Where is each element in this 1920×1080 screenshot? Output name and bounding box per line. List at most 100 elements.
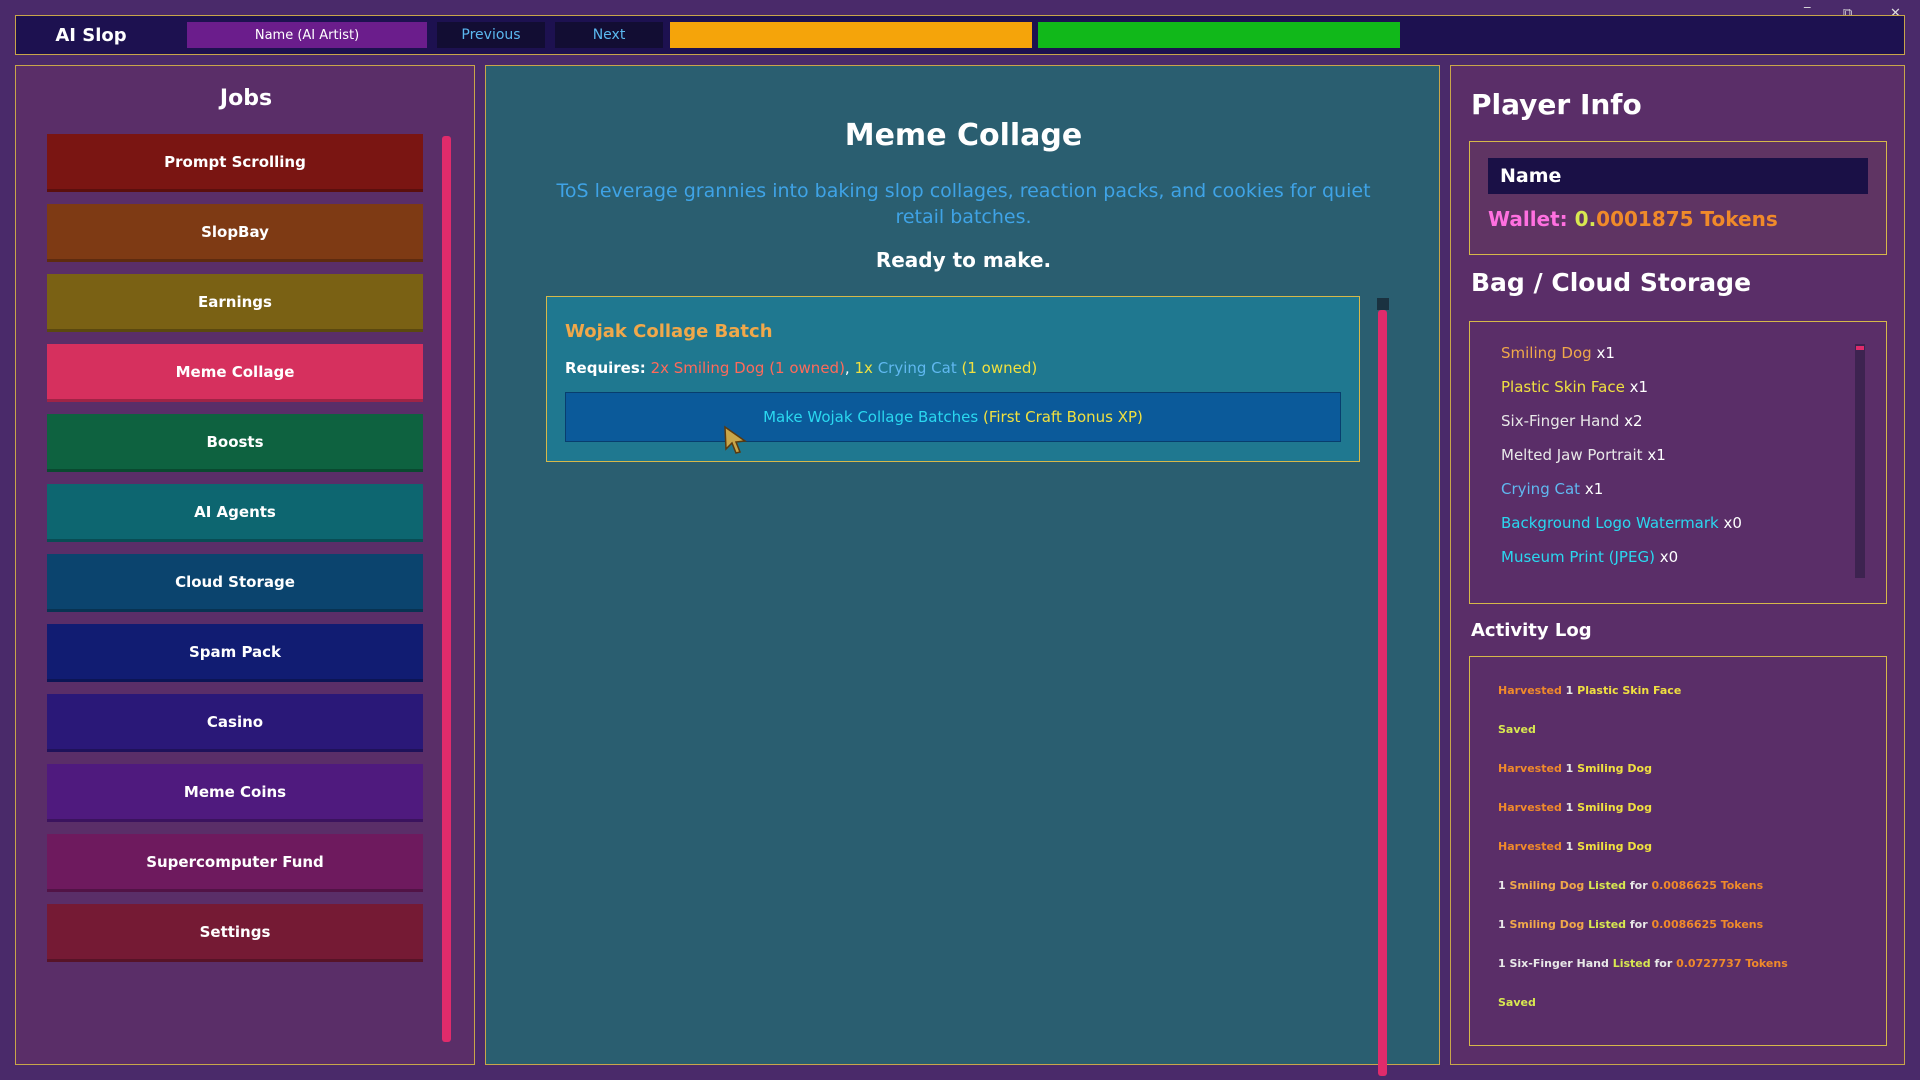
job-button[interactable]: Prompt Scrolling [47,134,423,192]
activity-log-box: Harvested 1 Plastic Skin Face Saved Harves… [1469,656,1887,1046]
previous-button[interactable]: Previous [437,22,545,48]
recipe-title: Wojak Collage Batch [565,321,773,342]
log-entry: Harvested 1 Smiling Dog [1498,840,1652,853]
log-action: Harvested [1498,840,1562,853]
jobs-panel: Jobs Prompt Scrolling SlopBay Earnings Meme… [15,65,475,1065]
log-count: 1 [1498,879,1510,892]
mouse-cursor-icon [724,425,748,454]
requires-label: Requires: [565,359,646,377]
player-info-box: Name Wallet: 0.0001875 Tokens [1469,141,1887,255]
player-name[interactable]: Name [1488,158,1868,194]
log-entry: Harvested 1 Plastic Skin Face [1498,684,1681,697]
bag-scroll-track [1855,344,1865,578]
bag-item-name: Background Logo Watermark [1501,514,1719,532]
log-item: Smiling Dog [1577,801,1652,814]
bag-item-name: Smiling Dog [1501,344,1592,362]
log-count: 1 [1498,957,1510,970]
name-tab[interactable]: Name (AI Artist) [187,22,427,48]
bag-item: Museum Print (JPEG) x0 [1501,548,1678,566]
bag-item: Melted Jaw Portrait x1 [1501,446,1666,464]
bag-item: Plastic Skin Face x1 [1501,378,1648,396]
log-item: Six-Finger Hand [1509,957,1609,970]
bag-scrollbar[interactable] [1856,346,1864,350]
job-button[interactable]: SlopBay [47,204,423,262]
log-item: Smiling Dog [1509,879,1585,892]
log-tokens: 0.0727737 Tokens [1676,957,1788,970]
bag-item: Crying Cat x1 [1501,480,1603,498]
bag-item: Six-Finger Hand x2 [1501,412,1643,430]
bag-item-name: Six-Finger Hand [1501,412,1620,430]
recipe-card: Wojak Collage Batch Requires: 2x Smiling… [546,296,1360,462]
bag-item-name: Melted Jaw Portrait [1501,446,1643,464]
bag-item: Background Logo Watermark x0 [1501,514,1742,532]
log-for: for [1650,957,1677,970]
log-entry: 1 Smiling Dog Listed for 0.0086625 Token… [1498,879,1763,892]
log-count: 1 [1561,840,1578,853]
log-count: 1 [1561,684,1578,697]
requirement-crying-cat-owned: (1 owned) [961,359,1038,377]
app-title: AI Slop [55,24,127,46]
main-scroll-track [1377,298,1389,310]
log-action: Harvested [1498,762,1562,775]
activity-log-title: Activity Log [1471,620,1592,641]
wallet-value-prefix: 0. [1574,207,1597,231]
bag-item-qty: x1 [1629,378,1649,396]
log-count: 1 [1561,801,1578,814]
bag-item-qty: x0 [1723,514,1742,532]
job-button[interactable]: Meme Coins [47,764,423,822]
top-bar: AI Slop Name (AI Artist) Previous Next [15,15,1905,55]
main-scrollbar[interactable] [1378,310,1387,1076]
log-action: Saved [1498,723,1536,736]
log-entry: Saved [1498,723,1536,736]
log-item: Smiling Dog [1577,840,1652,853]
job-button[interactable]: AI Agents [47,484,423,542]
wallet: Wallet: 0.0001875 Tokens [1488,207,1778,231]
make-wojak-collage-button[interactable]: Make Wojak Collage Batches (First Craft … [565,392,1341,442]
log-count: 1 [1498,918,1510,931]
requirement-crying-cat-name: Crying Cat [877,359,957,377]
job-button[interactable]: Earnings [47,274,423,332]
log-entry: Saved [1498,996,1536,1009]
job-button[interactable]: Casino [47,694,423,752]
bag-title: Bag / Cloud Storage [1471,268,1752,297]
bag-item-qty: x1 [1596,344,1615,362]
log-tokens: 0.0086625 Tokens [1651,918,1764,931]
bag-item-name: Crying Cat [1501,480,1581,498]
log-action: Listed [1608,957,1651,970]
player-info-title: Player Info [1471,88,1642,121]
wallet-label: Wallet: [1488,207,1568,231]
log-entry: 1 Smiling Dog Listed for 0.0086625 Token… [1498,918,1763,931]
next-button[interactable]: Next [555,22,663,48]
job-button[interactable]: Spam Pack [47,624,423,682]
job-button[interactable]: Supercomputer Fund [47,834,423,892]
log-item: Smiling Dog [1577,762,1652,775]
log-entry: 1 Six-Finger Hand Listed for 0.0727737 T… [1498,957,1788,970]
bag-item-qty: x0 [1659,548,1679,566]
requirement-separator: , [844,359,850,377]
job-button[interactable]: Settings [47,904,423,962]
bag-box: Smiling Dog x1 Plastic Skin Face x1 Six-Fi… [1469,321,1887,604]
log-entry: Harvested 1 Smiling Dog [1498,801,1652,814]
job-button[interactable]: Boosts [47,414,423,472]
jobs-title: Jobs [219,86,273,111]
requirement-smiling-dog: 2x Smiling Dog (1 owned) [650,359,845,377]
job-button[interactable]: Meme Collage [47,344,423,402]
page-title: Meme Collage [844,118,1083,153]
log-item: Smiling Dog [1509,918,1585,931]
job-button[interactable]: Cloud Storage [47,554,423,612]
log-item: Plastic Skin Face [1577,684,1682,697]
log-for: for [1626,879,1652,892]
log-action: Listed [1584,918,1627,931]
wallet-value: 0001875 Tokens [1596,207,1778,231]
log-count: 1 [1561,762,1578,775]
bag-item-qty: x2 [1624,412,1643,430]
page-description: ToS leverage grannies into baking slop c… [556,180,1371,228]
player-panel: Player Info Name Wallet: 0.0001875 Token… [1450,65,1905,1065]
requirement-crying-cat-qty: 1x [854,359,873,377]
bag-item-qty: x1 [1647,446,1666,464]
green-progress-bar [1038,22,1400,48]
log-for: for [1626,918,1652,931]
recipe-requirements: Requires: 2x Smiling Dog (1 owned), 1x C… [565,359,1037,377]
craft-status: Ready to make. [875,248,1052,272]
jobs-scrollbar[interactable] [442,136,451,1042]
